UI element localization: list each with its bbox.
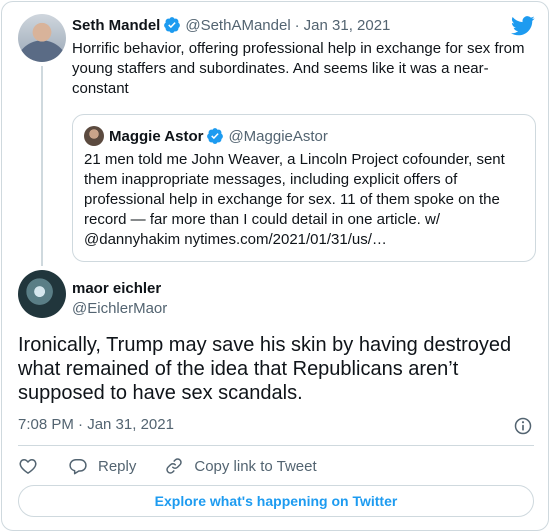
tweet-embed-card: Seth Mandel @SethAMandel · Jan 31, 2021 …: [1, 1, 549, 531]
main-author-handle[interactable]: @EichlerMaor: [72, 300, 167, 317]
main-author-name[interactable]: maor eichler: [72, 280, 161, 297]
divider: [18, 445, 534, 446]
parent-tweet-text: Horrific behavior, offering professional…: [72, 40, 525, 97]
reply-label: Reply: [98, 457, 137, 475]
parent-author-name[interactable]: Seth Mandel: [72, 17, 160, 34]
parent-author-handle[interactable]: @SethAMandel: [185, 17, 290, 34]
avatar-maor-eichler[interactable]: [18, 270, 66, 318]
twitter-bird-icon[interactable]: [511, 16, 535, 36]
main-tweet-text: Ironically, Trump may save his skin by h…: [18, 334, 512, 404]
explore-twitter-button[interactable]: Explore what's happening on Twitter: [18, 485, 534, 517]
verified-badge-icon: [164, 17, 181, 33]
heart-icon: [19, 459, 37, 474]
parent-tweet-date[interactable]: Jan 31, 2021: [304, 17, 391, 34]
header-separator: ·: [294, 16, 300, 34]
quoted-tweet-header: Maggie Astor @MaggieAstor: [109, 127, 328, 145]
copy-link-button[interactable]: Copy link to Tweet: [164, 456, 317, 476]
copy-link-label: Copy link to Tweet: [194, 457, 317, 475]
quoted-tweet-text: 21 men told me John Weaver, a Lincoln Pr…: [84, 151, 505, 248]
reply-button[interactable]: Reply: [68, 456, 136, 476]
quoted-author-name: Maggie Astor: [109, 127, 204, 145]
parent-tweet-header: Seth Mandel @SethAMandel · Jan 31, 2021: [72, 16, 390, 34]
link-icon: [166, 458, 183, 474]
quoted-author-handle: @MaggieAstor: [228, 127, 328, 145]
like-button[interactable]: [18, 456, 38, 476]
tweet-actions: Reply Copy link to Tweet: [18, 456, 317, 476]
avatar-seth-mandel[interactable]: [18, 14, 66, 62]
reply-icon: [69, 459, 87, 475]
info-icon[interactable]: [513, 416, 533, 436]
tweet-timestamp[interactable]: 7:08 PM · Jan 31, 2021: [18, 416, 174, 433]
quoted-tweet[interactable]: Maggie Astor @MaggieAstor 21 men told me…: [72, 114, 536, 262]
avatar-maggie-astor: [84, 126, 104, 146]
verified-badge-icon: [207, 128, 224, 144]
thread-connector-line: [41, 66, 43, 266]
